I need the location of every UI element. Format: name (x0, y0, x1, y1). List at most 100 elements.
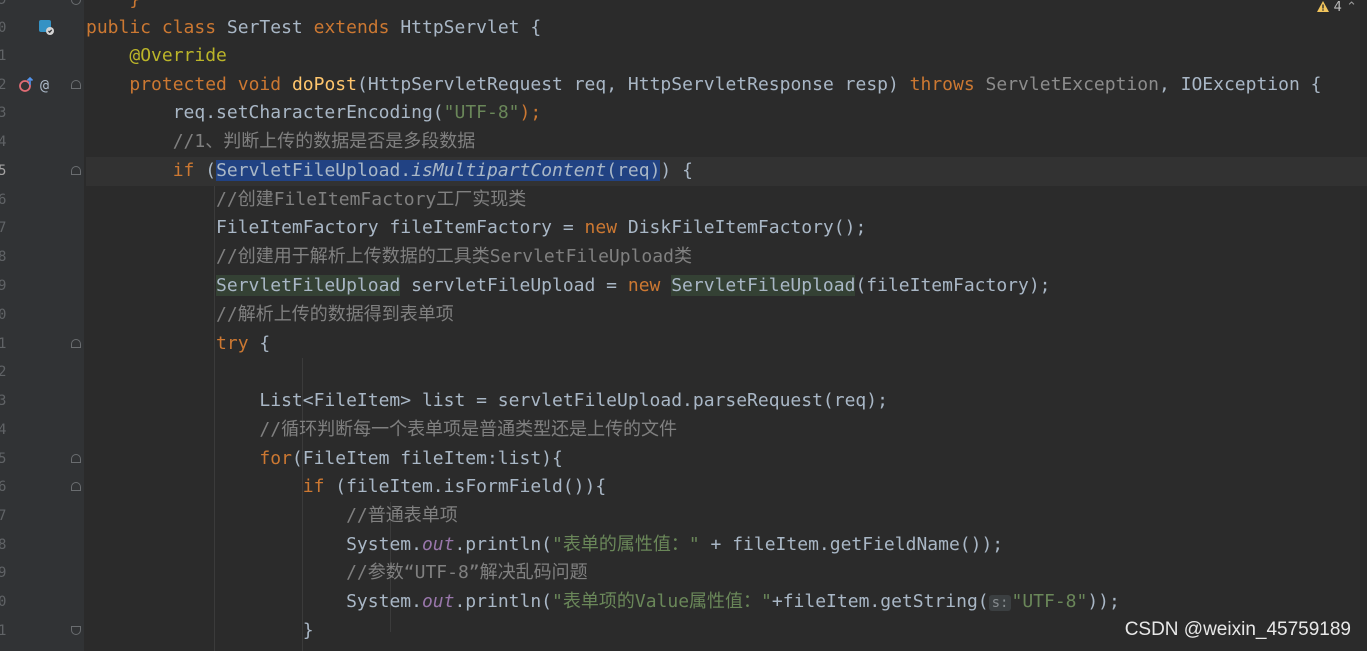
code-text: DiskFileItemFactory(); (617, 217, 867, 238)
line-number: 6 (0, 479, 7, 495)
line-number: 9 (0, 0, 7, 8)
code-line: //创建FileItemFactory工厂实现类 (86, 186, 1367, 215)
fold-marker-icon[interactable] (71, 482, 81, 491)
code-text: servletFileUpload = (400, 275, 628, 296)
keyword: class (161, 17, 217, 38)
line-number: 9 (0, 278, 7, 294)
parameter-hint: s: (988, 595, 1012, 611)
inspection-widget[interactable]: 4 ⌃ (1316, 0, 1357, 16)
annotation-icon: @ (40, 76, 50, 94)
selected-text: ServletFileUpload. (216, 160, 412, 181)
class-name: SerTest (226, 17, 303, 38)
chevron-up-icon[interactable]: ⌃ (1346, 0, 1357, 15)
line-number: 2 (0, 77, 7, 93)
fold-marker-icon[interactable] (71, 0, 81, 5)
code-line: //1、判断上传的数据是否是多段数据 (86, 128, 1367, 157)
code-line: List<FileItem> list = servletFileUpload.… (86, 387, 1367, 416)
line-number: 4 (0, 422, 7, 438)
static-field: out (421, 591, 455, 612)
code-line: } (86, 0, 1367, 15)
code-area[interactable]: } public class SerTest extends HttpServl… (86, 0, 1367, 651)
exception-name: ServletException (985, 74, 1159, 95)
watermark: CSDN @weixin_45759189 (1124, 619, 1351, 640)
code-line: protected void doPost(HttpServletRequest… (86, 71, 1367, 100)
line-number: 7 (0, 220, 7, 236)
code-text: (fileItemFactory); (855, 275, 1051, 296)
highlighted-usage: ServletFileUpload (671, 275, 856, 296)
code-text: System. (346, 591, 422, 612)
code-line: System.out.println("表单的属性值：" + fileItem.… (86, 531, 1367, 560)
keyword: if (302, 476, 325, 497)
comment: //创建用于解析上传数据的工具类ServletFileUpload类 (216, 246, 692, 267)
code-text: { (530, 17, 542, 38)
code-text: (HttpServletRequest req, HttpServletResp… (356, 74, 910, 95)
line-number-current: 5 (0, 163, 7, 179)
annotation: @Override (129, 45, 227, 66)
method-name: doPost (291, 74, 357, 95)
code-line: //解析上传的数据得到表单项 (86, 301, 1367, 330)
servlet-class-icon[interactable] (38, 14, 56, 43)
code-text: .println( (454, 534, 553, 555)
line-number: 1 (0, 336, 7, 352)
keyword: try (216, 333, 249, 354)
string-literal: "表单的属性值：" (552, 534, 700, 555)
line-number: 0 (0, 594, 7, 610)
comment: //1、判断上传的数据是否是多段数据 (172, 131, 476, 152)
keyword: new (584, 217, 618, 238)
line-number: 8 (0, 249, 7, 265)
code-line: public class SerTest extends HttpServlet… (86, 14, 1367, 43)
code-line: //创建用于解析上传数据的工具类ServletFileUpload类 (86, 243, 1367, 272)
code-line: req.setCharacterEncoding("UTF-8"); (86, 99, 1367, 128)
line-number: 0 (0, 20, 7, 36)
code-text: List<FileItem> list = servletFileUpload.… (259, 390, 888, 411)
code-line: System.out.println("表单项的Value属性值："+fileI… (86, 588, 1367, 617)
highlighted-usage: ServletFileUpload (216, 275, 401, 296)
code-line: for(FileItem fileItem:list){ (86, 445, 1367, 474)
code-text: ) { (660, 160, 693, 181)
code-text: (fileItem.isFormField()){ (324, 476, 607, 497)
code-editor[interactable]: 9 0 1 2 3 4 5 6 7 8 9 0 1 2 3 4 5 6 7 8 … (0, 0, 1367, 651)
selected-text: (req) (606, 160, 661, 181)
string-literal: "UTF-8" (1011, 591, 1088, 612)
line-number: 1 (0, 623, 7, 639)
keyword: public (86, 17, 152, 38)
line-number: 4 (0, 134, 7, 150)
comment: //创建FileItemFactory工厂实现类 (216, 189, 527, 210)
code-line: ServletFileUpload servletFileUpload = ne… (86, 272, 1367, 301)
keyword: if (172, 160, 195, 181)
comment: //解析上传的数据得到表单项 (216, 304, 454, 325)
code-text: , IOException { (1158, 74, 1322, 95)
override-method-icon[interactable] (18, 71, 36, 100)
line-number: 8 (0, 537, 7, 553)
code-line: if (fileItem.isFormField()){ (86, 473, 1367, 502)
line-number: 0 (0, 307, 7, 323)
fold-marker-icon[interactable] (71, 339, 81, 348)
line-number: 3 (0, 393, 7, 409)
fold-marker-icon[interactable] (71, 454, 81, 463)
code-line-current[interactable]: if (ServletFileUpload.isMultipartContent… (86, 157, 1367, 186)
code-line: //普通表单项 (86, 502, 1367, 531)
class-name: HttpServlet (400, 17, 520, 38)
line-number: 3 (0, 105, 7, 121)
code-text: + fileItem.getFieldName()); (699, 534, 1004, 555)
code-text: FileItemFactory fileItemFactory = (216, 217, 585, 238)
warning-count: 4 (1333, 0, 1342, 15)
comment: //参数“UTF-8”解决乱码问题 (346, 562, 588, 583)
code-text: System. (346, 534, 422, 555)
code-text: { (248, 333, 271, 354)
static-field: out (421, 534, 455, 555)
code-line: FileItemFactory fileItemFactory = new Di… (86, 214, 1367, 243)
code-text: } (86, 0, 140, 10)
keyword: new (627, 275, 661, 296)
line-number: 9 (0, 565, 7, 581)
keyword: void (237, 74, 282, 95)
code-text: ( (194, 160, 217, 181)
fold-marker-icon[interactable] (71, 80, 81, 89)
code-text: } (302, 620, 314, 641)
code-text: .println( (454, 591, 553, 612)
fold-marker-icon[interactable] (71, 166, 81, 175)
code-text: req.setCharacterEncoding( (172, 102, 444, 123)
fold-marker-icon[interactable] (71, 626, 81, 635)
code-line: try { (86, 330, 1367, 359)
